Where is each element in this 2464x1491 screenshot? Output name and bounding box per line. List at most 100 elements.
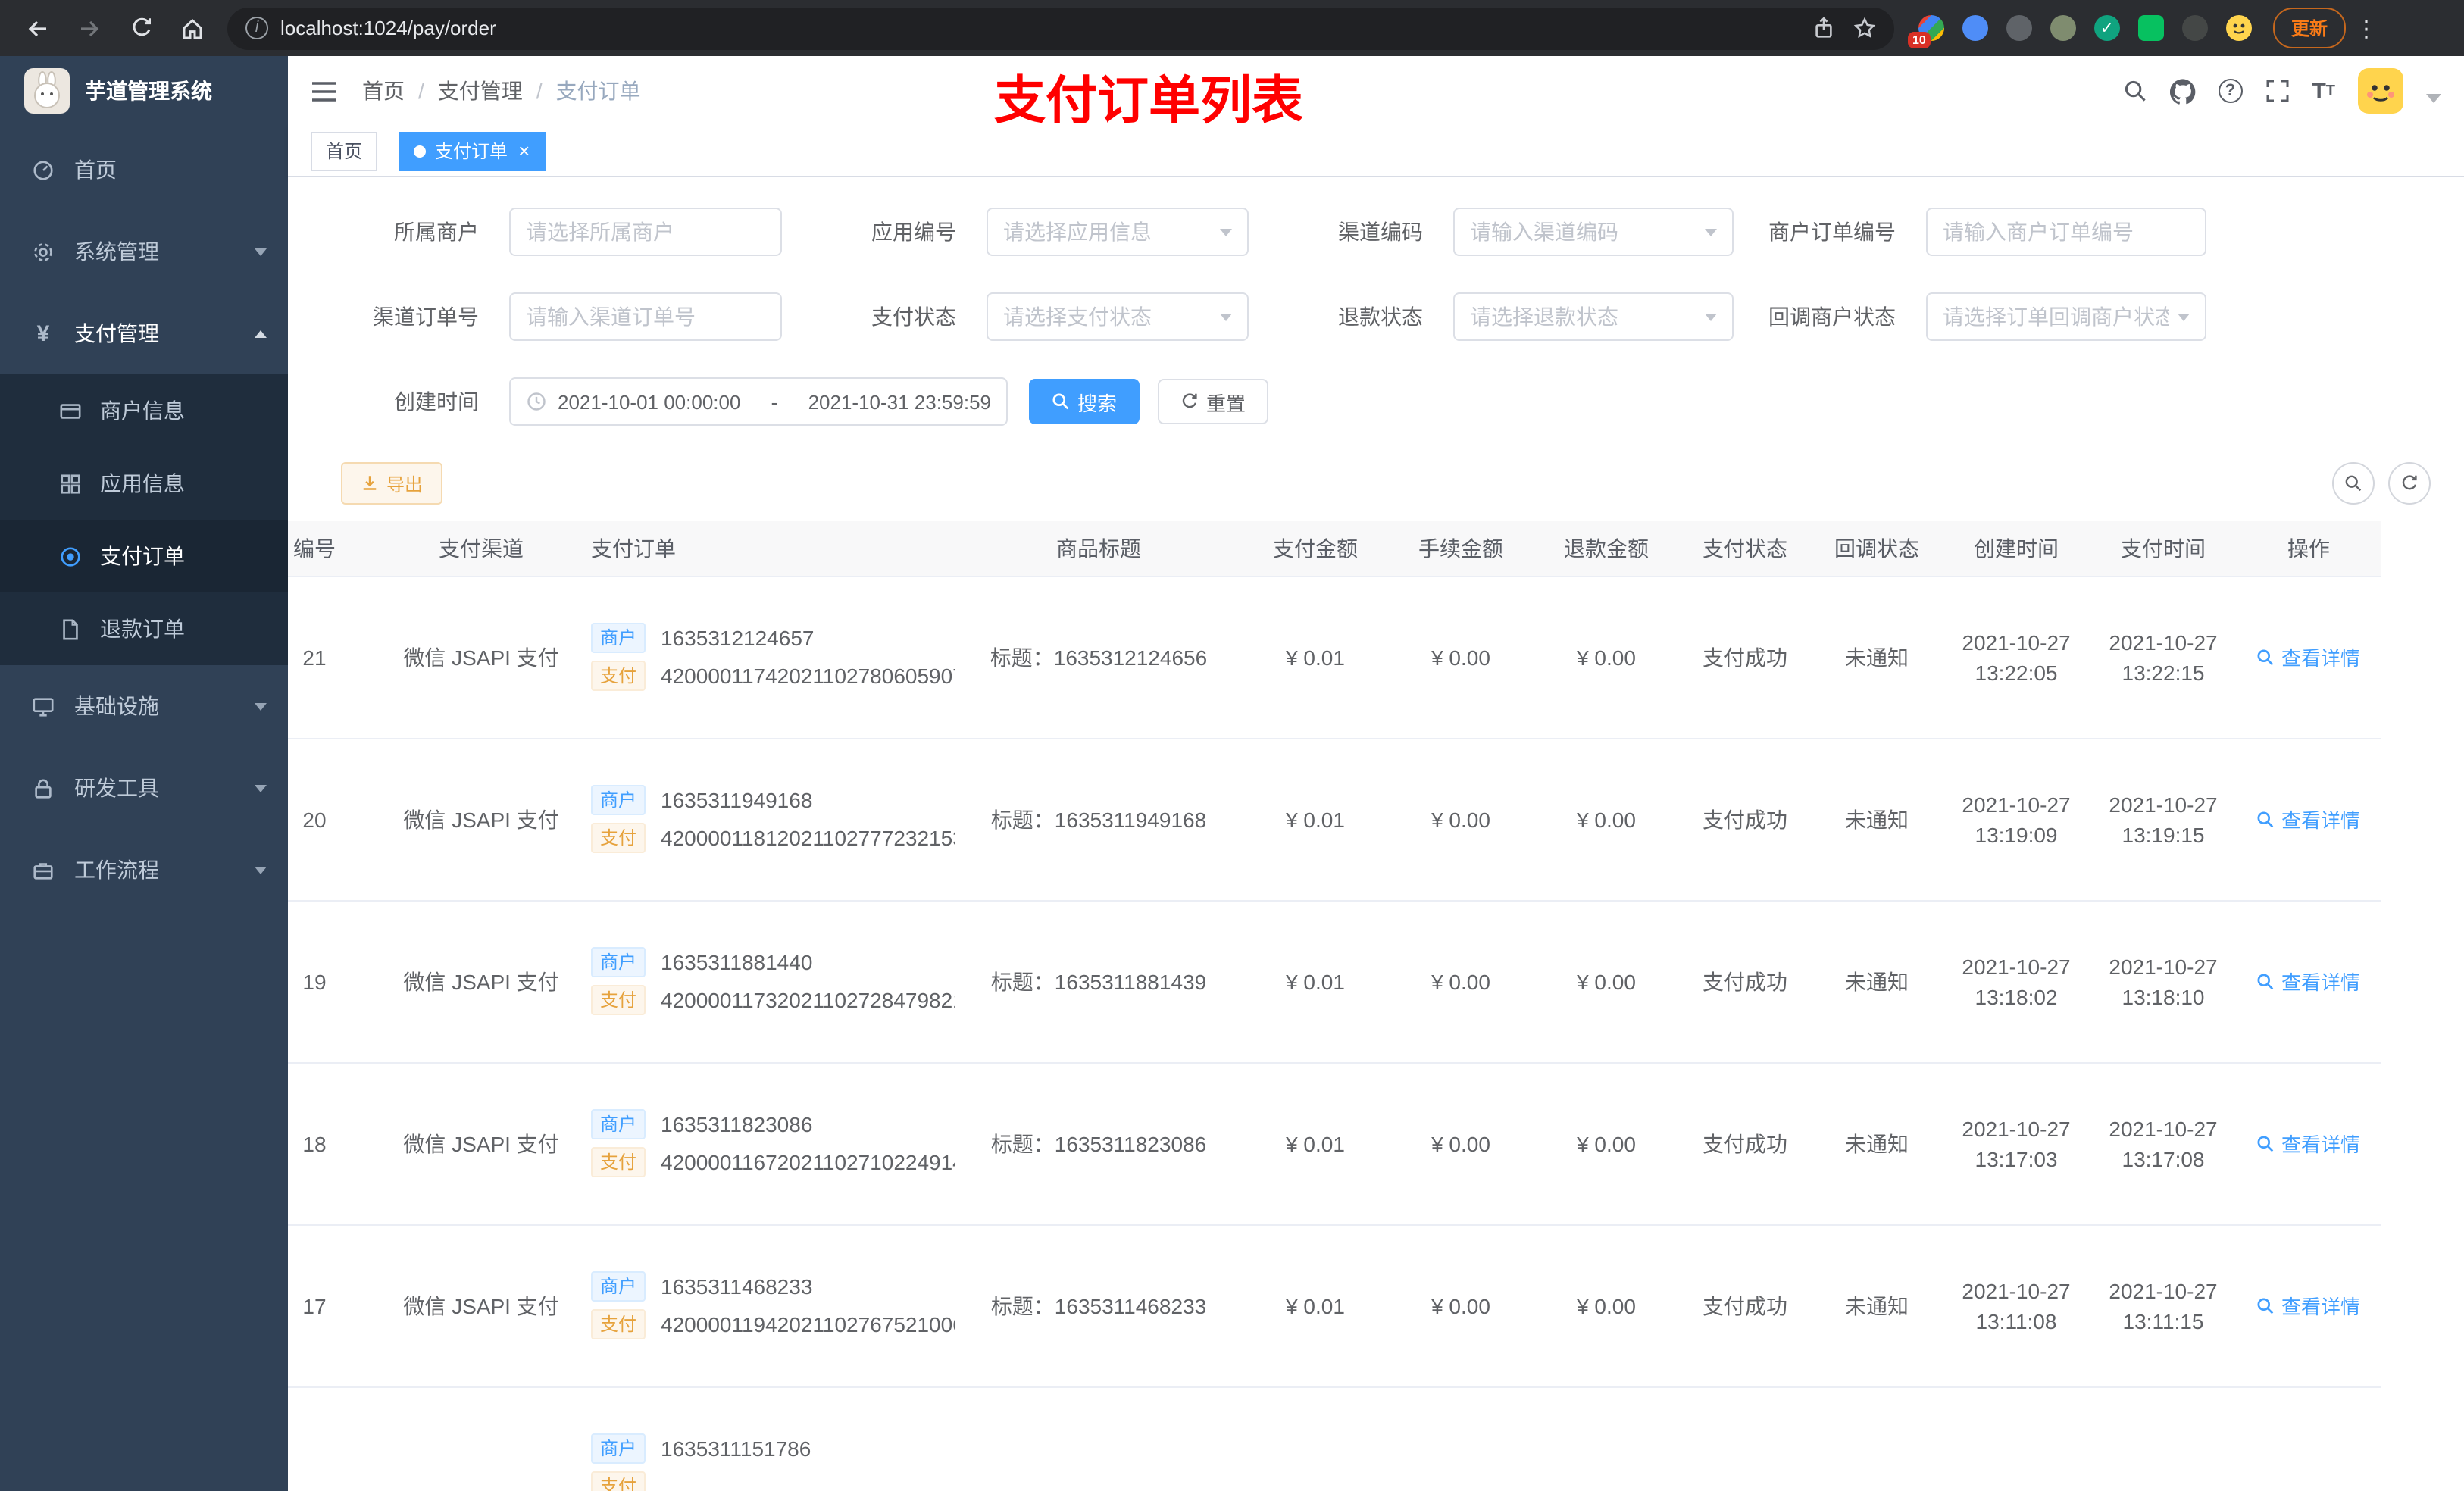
merchant-tag: 商户 [591,1109,646,1139]
extension-icon[interactable]: ✓ [2094,15,2120,41]
view-detail-link[interactable]: 查看详情 [2257,642,2360,671]
sidebar-item-payment[interactable]: ¥ 支付管理 [0,292,288,374]
extension-icon[interactable] [2182,15,2208,41]
table-row: 17 微信 JSAPI 支付 商户 1635311468233 支付 4200001194… [288,1224,2381,1387]
tab-home[interactable]: 首页 [311,131,378,170]
cell-notify: 未通知 [1811,1062,1943,1225]
sidebar-item-workflow[interactable]: 工作流程 [0,829,288,911]
cell-channel: 微信 JSAPI 支付 [386,1062,576,1225]
cell-actions: 查看详情 [2237,576,2381,739]
payment-submenu: 商户信息 应用信息 支付订单 退款订单 [0,374,288,665]
reset-button[interactable]: 重置 [1158,379,1269,424]
filter-merchant: 所属商户 [288,208,782,256]
sidebar-item-pay-order[interactable]: 支付订单 [0,520,288,592]
extension-icon[interactable] [1962,15,1988,41]
merchant-input[interactable] [526,220,765,244]
help-icon[interactable]: ? [2218,79,2243,103]
col-status: 支付状态 [1679,521,1811,577]
date-end: 2021-10-31 23:59:59 [808,390,991,413]
url-bar[interactable]: i localhost:1024/pay/order [227,7,1894,49]
browser-toolbar: i localhost:1024/pay/order 10 ✓ 更新 ⋮ [0,0,2464,56]
search-icon[interactable] [2122,79,2147,103]
merchant-order-no: 1635312124657 [661,626,815,650]
browser-update-button[interactable]: 更新 [2273,8,2347,48]
cell-id: 19 [288,900,386,1063]
cell-notify: 未通知 [1811,1224,1943,1387]
url-text[interactable]: localhost:1024/pay/order [280,17,1800,39]
pay-order-no: 4200001167202110271022491439 [661,1150,955,1174]
cell-notify [1811,1386,1943,1491]
chevron-down-icon [255,784,267,792]
site-info-icon[interactable]: i [245,17,268,39]
hamburger-icon[interactable] [311,80,338,102]
github-icon[interactable] [2169,78,2195,104]
close-tab-icon[interactable]: × [518,141,530,161]
extension-icon[interactable]: 10 [1908,15,1944,48]
col-id: 编号 [288,521,386,577]
briefcase-icon [30,858,56,881]
breadcrumb-item[interactable]: 首页 [362,76,405,106]
col-refund: 退款金额 [1534,521,1679,577]
merchant-order-no-input[interactable] [1943,220,2190,244]
sidebar-item-home[interactable]: 首页 [0,129,288,211]
browser-menu-icon[interactable]: ⋮ [2355,14,2378,42]
filter-pay-status: 支付状态 请选择支付状态 [782,292,1249,341]
filter-app: 应用编号 请选择应用信息 [782,208,1249,256]
home-icon[interactable] [173,8,212,48]
chevron-down-icon [255,248,267,255]
bookmark-star-icon[interactable] [1853,17,1876,39]
tab-pay-order[interactable]: 支付订单 × [399,131,546,170]
forward-icon[interactable] [70,8,109,48]
sidebar-item-merchant-info[interactable]: 商户信息 [0,374,288,447]
pay-status-select[interactable]: 请选择支付状态 [987,292,1249,341]
profile-avatar-icon[interactable] [2226,15,2252,41]
sidebar-item-app-info[interactable]: 应用信息 [0,447,288,520]
refresh-icon[interactable] [121,8,161,48]
pay-tag: 支付 [591,1471,646,1491]
filter-row: 创建时间 2021-10-01 00:00:00 - 2021-10-31 23… [288,377,2464,426]
user-avatar[interactable] [2358,68,2403,114]
toggle-search-button[interactable] [2332,462,2375,505]
export-button[interactable]: 导出 [341,462,443,505]
lock-icon [30,777,56,799]
view-detail-link[interactable]: 查看详情 [2257,1129,2360,1158]
sidebar-item-refund-order[interactable]: 退款订单 [0,592,288,665]
refresh-table-button[interactable] [2388,462,2431,505]
back-icon[interactable] [18,8,58,48]
cell-amount: ¥ 0.01 [1243,576,1388,739]
cell-channel: 微信 JSAPI 支付 [386,1224,576,1387]
caret-down-icon[interactable] [2426,94,2441,103]
sidebar-item-devtools[interactable]: 研发工具 [0,747,288,829]
cell-status [1679,1386,1811,1491]
sidebar-item-system[interactable]: 系统管理 [0,211,288,292]
breadcrumb-item[interactable]: 支付管理 [438,76,523,106]
share-icon[interactable] [1812,17,1835,39]
filter-row: 渠道订单号 支付状态 请选择支付状态 退款状态 请选择退款状态 回调商户状态 请… [288,292,2464,341]
refund-status-select[interactable]: 请选择退款状态 [1453,292,1734,341]
col-create-time: 创建时间 [1943,521,2090,577]
view-detail-link[interactable]: 查看详情 [2257,1291,2360,1320]
font-size-icon[interactable]: TT [2312,78,2335,104]
cell-status: 支付成功 [1679,576,1811,739]
date-range-picker[interactable]: 2021-10-01 00:00:00 - 2021-10-31 23:59:5… [509,377,1008,426]
cell-pay-order: 商户 1635311823086 支付 42000011672021102710224… [576,1062,955,1225]
extension-icon[interactable] [2138,15,2164,41]
cell-actions [2237,1386,2381,1491]
cell-title: 标题：1635311881439 [955,900,1243,1063]
search-button[interactable]: 搜索 [1029,379,1140,424]
document-icon [58,617,82,640]
merchant-tag: 商户 [591,1271,646,1302]
chevron-down-icon [1220,313,1232,320]
filter-notify-status: 回调商户状态 请选择订单回调商户状态 [1734,292,2206,341]
sidebar-item-infra[interactable]: 基础设施 [0,665,288,747]
fullscreen-icon[interactable] [2265,79,2289,103]
view-detail-link[interactable]: 查看详情 [2257,967,2360,996]
channel-code-select[interactable]: 请输入渠道编码 [1453,208,1734,256]
channel-order-no-input[interactable] [526,305,765,329]
merchant-tag: 商户 [591,785,646,815]
notify-status-select[interactable]: 请选择订单回调商户状态 [1926,292,2206,341]
view-detail-link[interactable]: 查看详情 [2257,805,2360,833]
extension-icon[interactable] [2006,15,2032,41]
extension-icon[interactable] [2050,15,2076,41]
app-select[interactable]: 请选择应用信息 [987,208,1249,256]
